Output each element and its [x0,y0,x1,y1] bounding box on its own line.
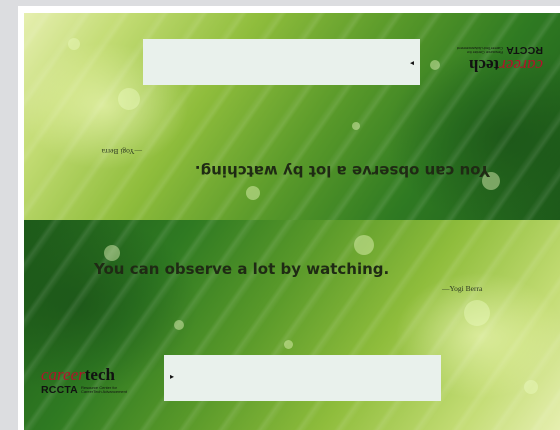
quote-attribution: —Yogi Berra [101,147,142,156]
logo-wordmark: careertech [433,56,543,75]
card-panel-top-inverted: You can observe a lot by watching. —Yogi… [24,13,560,220]
logo-career-text: career [499,56,543,75]
logo-tech-text: tech [469,56,500,75]
logo-description: Resource Center for CareerTech Advanceme… [457,46,504,56]
card-panel-bottom: You can observe a lot by watching. —Yogi… [24,220,560,430]
arrow-marker-icon: ▸ [409,59,414,68]
logo-acronym: RCCTA [41,384,78,396]
logo-acronym: RCCTA [506,44,543,56]
name-text-box[interactable] [143,39,420,85]
name-text-box[interactable] [164,355,441,401]
logo-description: Resource Center for CareerTech Advanceme… [80,384,127,394]
logo-wordmark: careertech [41,366,151,383]
quote-attribution: —Yogi Berra [442,284,483,293]
logo-career-text: career [41,365,85,384]
quote-text: You can observe a lot by watching. [194,162,490,180]
careertech-logo: careertech RCCTA Resource Center for Car… [41,366,151,396]
arrow-marker-icon: ▸ [170,372,175,381]
logo-tech-text: tech [84,365,115,384]
careertech-logo: careertech RCCTA Resource Center for Car… [433,44,543,75]
quote-text: You can observe a lot by watching. [94,260,390,278]
